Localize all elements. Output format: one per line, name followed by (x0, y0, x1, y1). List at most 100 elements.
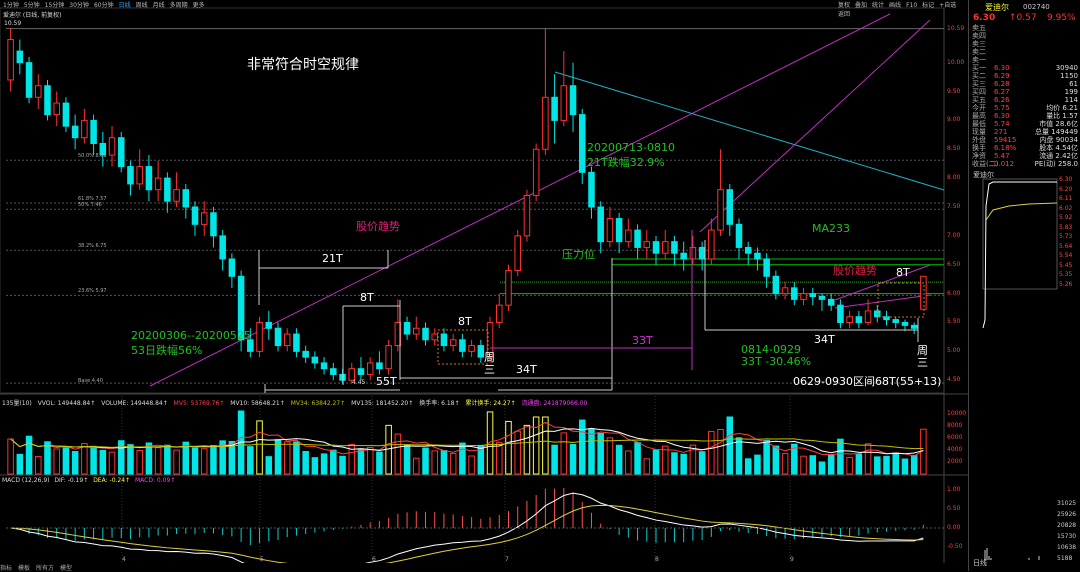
volume-bar (320, 453, 328, 475)
candle-body (154, 177, 162, 191)
intraday-volume-tick: 5188 (1057, 555, 1073, 562)
volume-bar (800, 455, 807, 475)
candle-body (874, 310, 881, 318)
candle-body (708, 229, 715, 260)
label-zhou-1: 周 三 (484, 351, 495, 376)
volume-bar (532, 416, 540, 475)
candle-body (210, 212, 217, 237)
volume-bar (459, 442, 466, 475)
volume-bar (708, 430, 715, 475)
candle-body (413, 327, 420, 335)
candle-body (754, 252, 761, 260)
candle-body (468, 345, 475, 352)
candle-body (219, 235, 226, 260)
vol-label: 135量(10) (2, 400, 32, 407)
volume-bar (44, 441, 51, 475)
volume-bar (514, 430, 521, 475)
intraday-avg-line (985, 202, 1058, 221)
candle-body (449, 339, 457, 347)
volume-bar (99, 449, 107, 475)
volume-tick: 10000 (947, 410, 967, 417)
candle-body (615, 218, 623, 243)
volume-bar (615, 444, 623, 475)
candle-body (90, 119, 97, 144)
volume-bar (90, 445, 97, 475)
macd-value: MACD: 0.09↑ (135, 477, 176, 484)
label-21t: 21T (322, 252, 343, 265)
volume-bar (578, 419, 586, 475)
candle-body (274, 327, 282, 347)
candle-body (385, 345, 392, 370)
label-34t-a: 34T (516, 363, 537, 376)
volume-bar (735, 437, 743, 475)
candle-body (320, 362, 328, 370)
candle-body (818, 296, 826, 300)
bottom-bar: 指标 模板 所有方 模型 (0, 563, 968, 572)
interval-label: 0629-0930区间68T(55+13) (793, 375, 942, 388)
candle-body (901, 321, 909, 326)
price-tick: 8.00 (947, 174, 961, 182)
intraday-price-tick: 5.26 (1059, 280, 1073, 288)
volume-bar (154, 447, 162, 475)
vol-volume: VOLUME: 149448.84↑ (101, 400, 168, 407)
volume-bar (357, 448, 365, 475)
candle-body (625, 229, 632, 243)
label-34t-b: 34T (814, 333, 835, 346)
candle-body (62, 102, 70, 127)
candle-body (283, 333, 291, 347)
macd-dea: DEA: -0.24↑ (93, 477, 131, 484)
candle-body (330, 368, 337, 375)
range-2-drop: 21T跌幅32.9% (587, 156, 665, 169)
vol-mv135: MV135: 181452.20↑ (351, 400, 414, 407)
candle-body (532, 148, 540, 196)
resistance-label: 压力位 (562, 248, 595, 261)
candle-body (652, 241, 660, 254)
volume-bar (117, 440, 125, 475)
candle-body (855, 316, 863, 323)
price-tick: 7.50 (947, 203, 961, 210)
candle-body (16, 50, 24, 64)
candle-body (256, 321, 263, 352)
volume-bar (874, 456, 881, 475)
volume-bar (717, 429, 724, 475)
candle-body (431, 333, 438, 341)
candle-body (164, 177, 171, 202)
candle-body (717, 189, 724, 231)
volume-bar (606, 437, 614, 475)
price-tick: 7.00 (947, 231, 961, 239)
candle-body (108, 137, 116, 156)
candle-body (228, 258, 236, 277)
volume-bar (910, 454, 918, 475)
ma233-label: MA233 (812, 222, 851, 235)
x-tick: 8 (655, 556, 659, 563)
volume-bar (385, 424, 392, 475)
price-tick: 9.00 (947, 116, 961, 124)
label-zhou-2: 周 三 (917, 344, 928, 369)
candle-body (191, 206, 199, 225)
volume-bar (864, 443, 872, 475)
volume-bar (7, 438, 14, 475)
candle-body (302, 350, 309, 358)
volume-bar (597, 433, 604, 475)
range-3-drop: 33T -30.46% (741, 355, 812, 368)
volume-bar (883, 455, 890, 475)
quote-change: ↑0.57 (1009, 13, 1037, 23)
volume-bar (781, 453, 789, 475)
volume-bar (846, 457, 853, 475)
vol-mv34: MV34: 63842.27↑ (290, 400, 346, 407)
quote-pct: 9.95% (1047, 13, 1076, 23)
volume-bar (191, 447, 199, 475)
candle-body (357, 368, 365, 375)
label-8t-a: 8T (360, 291, 374, 304)
intraday-price-tick: 5.54 (1059, 252, 1073, 259)
candle-body (136, 166, 143, 185)
volume-bar (431, 450, 438, 475)
intraday-price-tick: 5.83 (1059, 223, 1073, 231)
price-tick: 9.50 (947, 87, 961, 95)
candle-body (311, 356, 319, 364)
macd-tick: -0.50 (947, 543, 963, 550)
volume-bar (698, 451, 706, 475)
candle-body (459, 339, 466, 352)
volume-bar (330, 449, 337, 475)
vol-cum-turnover: 累计换手: 24.27↑ (465, 400, 516, 407)
